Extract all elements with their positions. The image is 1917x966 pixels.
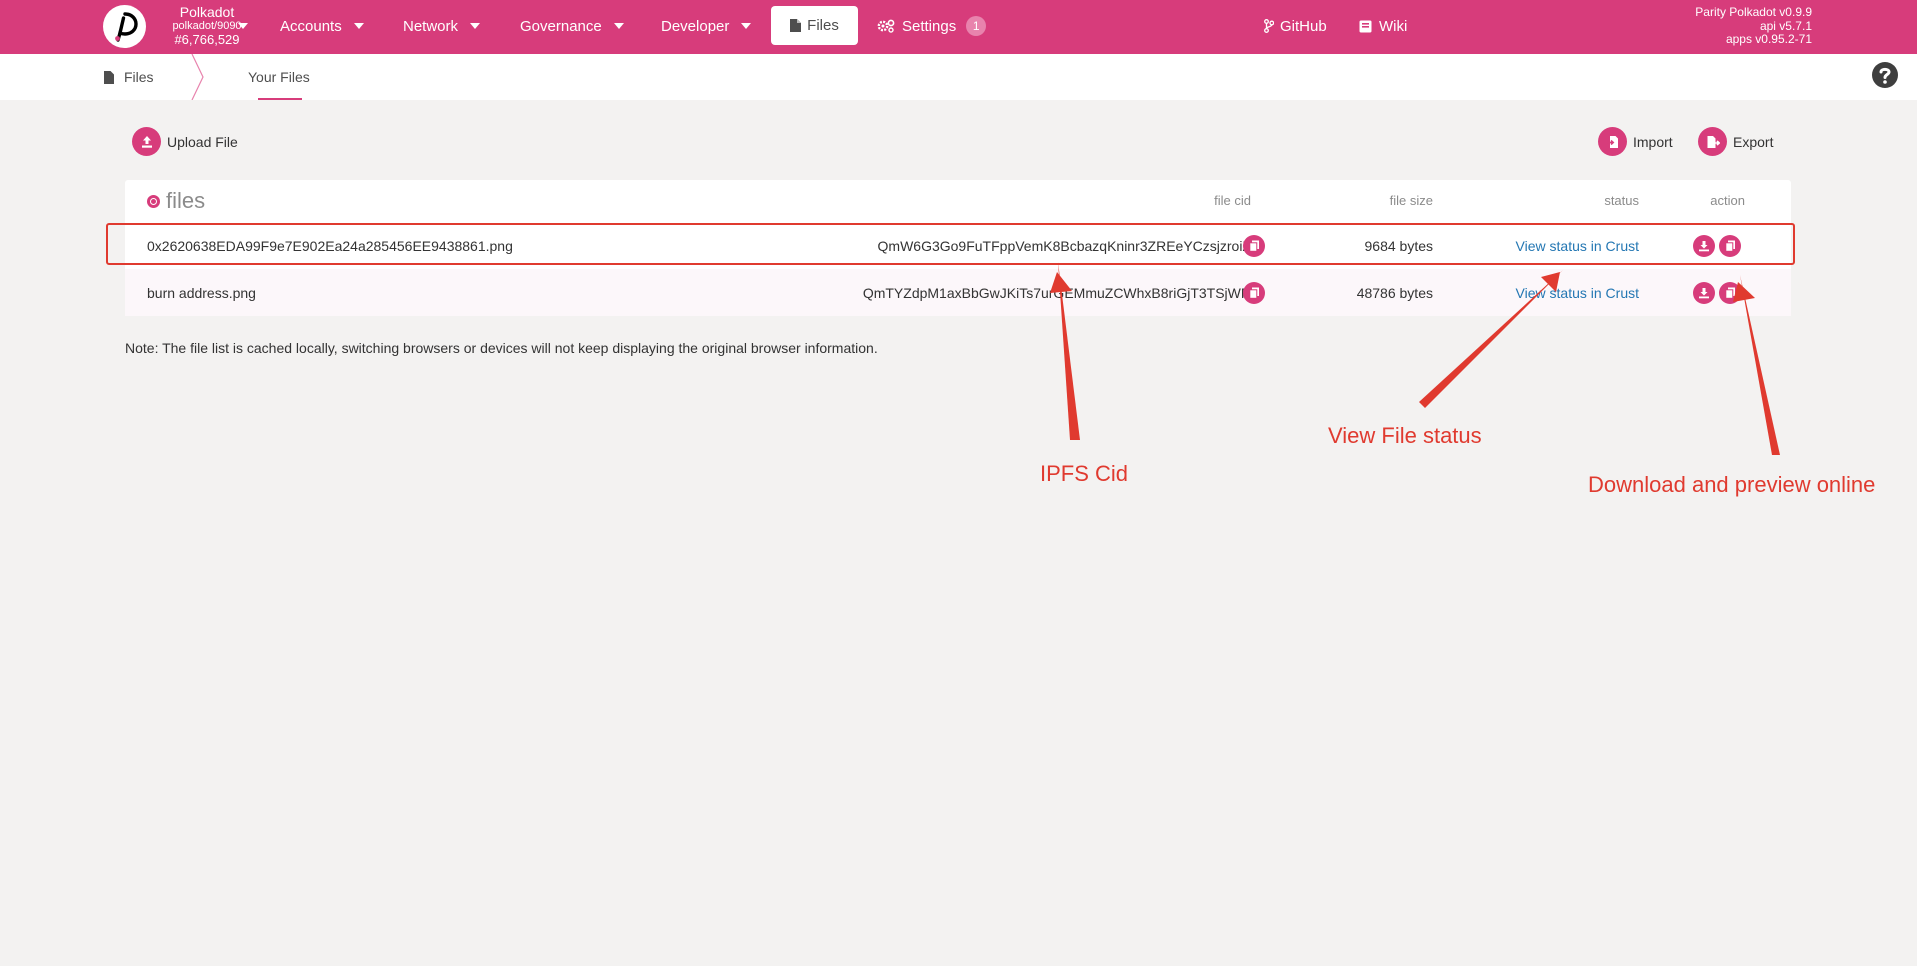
file-import-icon xyxy=(1598,127,1627,156)
preview-button[interactable] xyxy=(1719,222,1741,269)
download-button[interactable] xyxy=(1693,222,1715,269)
header-file-cid: file cid xyxy=(1214,193,1251,208)
files-table: files file cid file size status action 0… xyxy=(125,180,1791,316)
chevron-down-icon xyxy=(613,23,624,29)
table-row: burn address.png QmTYZdpM1axBbGwJKiTs7ur… xyxy=(125,269,1791,316)
nav-wiki[interactable]: Wiki xyxy=(1359,0,1407,52)
download-icon xyxy=(1693,281,1715,304)
chevron-down-icon xyxy=(470,23,481,29)
breadcrumb-separator xyxy=(191,54,204,100)
polkadot-logo-icon xyxy=(114,11,138,42)
version-info: Parity Polkadot v0.9.9 api v5.7.1 apps v… xyxy=(1695,5,1812,46)
view-status-link[interactable]: View status in Crust xyxy=(1516,269,1639,316)
file-cid: QmTYZdpM1axBbGwJKiTs7urGEMmuZCWhxB8riGjT… xyxy=(862,284,1251,301)
header-file-size: file size xyxy=(1389,193,1433,208)
file-icon xyxy=(104,70,114,84)
chain-chevron-down-icon[interactable] xyxy=(238,23,248,29)
export-button[interactable]: Export xyxy=(1698,127,1773,156)
nav-github[interactable]: GitHub xyxy=(1264,0,1327,52)
settings-badge: 1 xyxy=(966,16,987,36)
top-navbar: Polkadot polkadot/9090 #6,766,529 Accoun… xyxy=(0,0,1917,54)
upload-file-button[interactable]: Upload File xyxy=(132,127,238,156)
nav-network[interactable]: Network xyxy=(403,0,481,52)
annotation-ipfs-cid: IPFS Cid xyxy=(1040,461,1129,486)
download-icon xyxy=(1693,234,1715,257)
copy-cid-button[interactable] xyxy=(1243,269,1265,316)
copy-icon xyxy=(1719,281,1741,304)
block-number: #6,766,529 xyxy=(174,32,240,47)
file-name: 0x2620638EDA99F9e7E902Ea24a285456EE94388… xyxy=(147,237,513,254)
nav-governance[interactable]: Governance xyxy=(520,0,624,52)
import-button[interactable]: Import xyxy=(1598,127,1673,156)
annotation-view-status: View File status xyxy=(1328,423,1482,448)
gears-icon xyxy=(877,19,895,33)
copy-icon xyxy=(1243,234,1265,257)
nav-files[interactable]: Files xyxy=(771,6,858,45)
table-title: files xyxy=(147,188,205,214)
preview-button[interactable] xyxy=(1719,269,1741,316)
copy-cid-button[interactable] xyxy=(1243,222,1265,269)
file-export-icon xyxy=(1698,127,1727,156)
code-branch-icon xyxy=(1264,19,1274,33)
file-name: burn address.png xyxy=(147,284,256,301)
tab-your-files[interactable]: Your Files xyxy=(248,54,310,100)
cache-note: Note: The file list is cached locally, s… xyxy=(125,340,878,356)
table-header: files file cid file size status action xyxy=(125,180,1791,222)
breadcrumb-files[interactable]: Files xyxy=(104,54,154,100)
copy-icon xyxy=(1719,234,1741,257)
nav-developer[interactable]: Developer xyxy=(661,0,752,52)
nav-accounts[interactable]: Accounts xyxy=(280,0,364,52)
chevron-down-icon xyxy=(353,23,364,29)
file-cid: QmW6G3Go9FuTFppVemK8BcbazqKninr3ZREeYCzs… xyxy=(877,237,1251,254)
file-icon xyxy=(790,19,802,32)
book-icon xyxy=(1359,20,1372,32)
nav-settings[interactable]: Settings 1 xyxy=(877,0,987,52)
file-size: 9684 bytes xyxy=(1364,237,1434,254)
active-tab-indicator xyxy=(258,98,302,100)
file-size: 48786 bytes xyxy=(1356,284,1433,301)
chain-name: Polkadot xyxy=(179,4,235,20)
polkadot-logo[interactable] xyxy=(103,5,146,48)
upload-icon xyxy=(132,127,161,156)
header-action: action xyxy=(1710,193,1745,208)
header-status: status xyxy=(1604,193,1639,208)
view-status-link[interactable]: View status in Crust xyxy=(1516,222,1639,269)
help-icon[interactable] xyxy=(1871,61,1899,89)
annotation-download: Download and preview online xyxy=(1588,472,1876,497)
chevron-down-icon xyxy=(741,23,752,29)
download-button[interactable] xyxy=(1693,269,1715,316)
radio-dot-icon xyxy=(147,194,160,208)
copy-icon xyxy=(1243,281,1265,304)
table-row: 0x2620638EDA99F9e7E902Ea24a285456EE94388… xyxy=(125,222,1791,269)
breadcrumb: Files Your Files xyxy=(0,54,1917,100)
